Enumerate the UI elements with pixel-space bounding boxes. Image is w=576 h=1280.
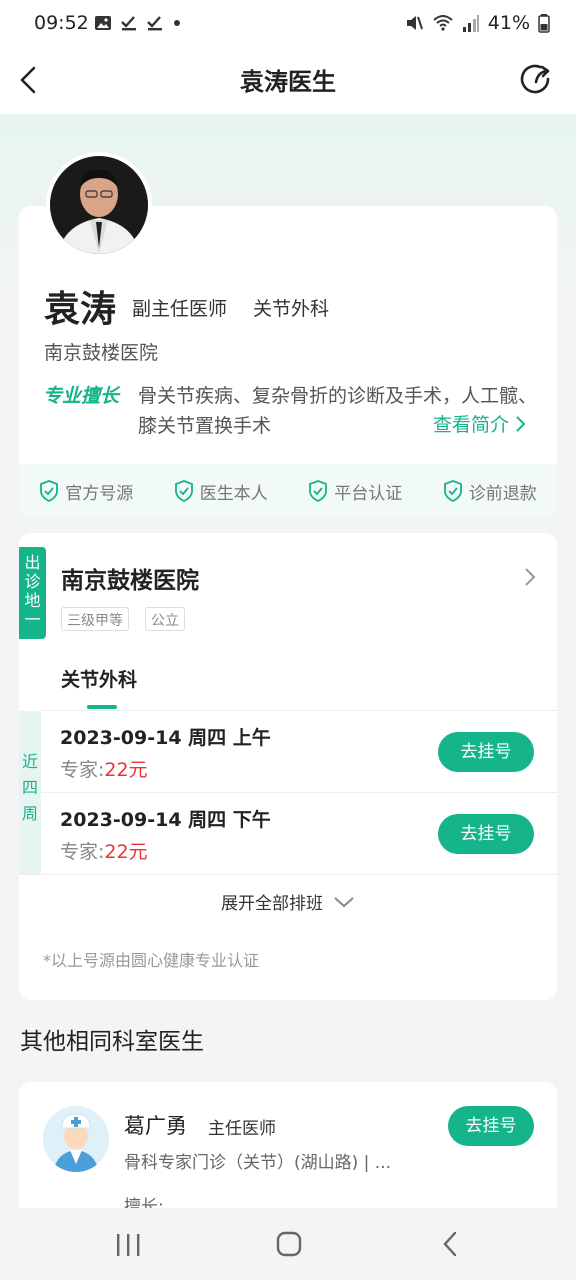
week-label: 近四周 (19, 711, 41, 875)
clinic-card: 出诊地一 南京鼓楼医院 三级甲等 公立 关节外科 近四周 2023-09-14 … (19, 533, 557, 1000)
other-doctor-department: 骨科专家门诊（关节）(湖山路) | ... (124, 1153, 392, 1173)
task-done-icon (147, 16, 162, 31)
badge-platform-verified: 平台认证 (308, 479, 402, 504)
doctor-name: 袁涛 (44, 289, 117, 330)
other-doctor-title: 主任医师 (208, 1119, 276, 1139)
back-icon[interactable] (440, 1230, 460, 1258)
clinic-hospital-name[interactable]: 南京鼓楼医院 (61, 561, 199, 595)
badge-label: 诊前退款 (468, 483, 537, 504)
system-icons: 41% (404, 12, 550, 34)
price-value: 22元 (104, 759, 148, 781)
dot-icon (174, 20, 180, 26)
source-note: *以上号源由圆心健康专业认证 (43, 951, 260, 970)
register-button[interactable]: 去挂号 (438, 814, 534, 854)
section-title: 其他相同科室医生 (20, 1029, 204, 1055)
tab-department[interactable]: 关节外科 (61, 665, 137, 692)
badge-label: 官方号源 (65, 483, 134, 504)
doctor-title: 副主任医师 (132, 298, 228, 320)
schedule-slot: 2023-09-14 周四 下午 专家:22元 去挂号 (41, 792, 557, 874)
location-tag: 出诊地一 (19, 547, 46, 639)
share-icon[interactable] (516, 60, 556, 100)
system-nav-bar (0, 1208, 576, 1280)
page-title: 袁涛医生 (240, 68, 336, 96)
doctor-department: 关节外科 (253, 298, 330, 320)
wifi-icon (433, 15, 453, 31)
recent-apps-icon[interactable] (114, 1232, 142, 1258)
schedule-slot: 2023-09-14 周四 上午 专家:22元 去挂号 (41, 710, 557, 792)
task-done-icon (121, 16, 136, 31)
shield-check-icon (40, 480, 59, 502)
badge-refund: 诊前退款 (443, 479, 537, 504)
chevron-right-icon (516, 415, 526, 432)
slot-date: 2023-09-14 周四 上午 (60, 727, 271, 749)
battery-text: 41% (487, 12, 530, 34)
badge-label: 平台认证 (334, 483, 403, 504)
doctor-hospital: 南京鼓楼医院 (44, 342, 159, 364)
shield-check-icon (174, 480, 193, 502)
badge-doctor-self: 医生本人 (174, 479, 268, 504)
register-button[interactable]: 去挂号 (438, 732, 534, 772)
badge-official: 官方号源 (39, 479, 133, 504)
view-intro-link[interactable]: 查看简介 (433, 410, 527, 437)
price-label: 专家: (60, 759, 105, 781)
view-intro-label: 查看简介 (432, 414, 509, 436)
trust-badges: 官方号源 医生本人 平台认证 诊前退款 (19, 464, 557, 518)
expand-schedule-button[interactable]: 展开全部排班 (19, 889, 557, 914)
chevron-down-icon (334, 896, 354, 907)
other-doctor-name: 葛广勇 (124, 1114, 187, 1138)
chevron-right-icon[interactable] (523, 565, 537, 589)
badge-label: 医生本人 (199, 483, 268, 504)
battery-icon (538, 14, 550, 33)
hospital-type-tag: 公立 (145, 607, 185, 631)
divider (19, 874, 557, 875)
shield-check-icon (443, 480, 462, 502)
register-button[interactable]: 去挂号 (448, 1106, 534, 1146)
doctor-avatar-placeholder (43, 1106, 109, 1172)
slot-price: 专家:22元 (60, 837, 148, 864)
hospital-grade-tag: 三级甲等 (61, 607, 129, 631)
price-label: 专家: (60, 841, 105, 863)
slot-price: 专家:22元 (60, 755, 148, 782)
gallery-icon (95, 16, 111, 30)
shield-check-icon (309, 480, 328, 502)
specialty-label: 专业擅长 (43, 385, 120, 407)
doctor-avatar (46, 152, 152, 258)
price-value: 22元 (104, 841, 148, 863)
tab-indicator (87, 705, 117, 709)
notification-icons (94, 14, 182, 32)
status-bar: 09:52 41% (0, 0, 576, 48)
signal-icon (462, 15, 479, 32)
expand-label: 展开全部排班 (221, 894, 323, 914)
home-icon[interactable] (275, 1230, 303, 1258)
mute-icon (406, 16, 423, 30)
slot-date: 2023-09-14 周四 下午 (60, 809, 271, 831)
status-time: 09:52 (34, 12, 89, 34)
nav-header: 袁涛医生 (0, 48, 576, 114)
